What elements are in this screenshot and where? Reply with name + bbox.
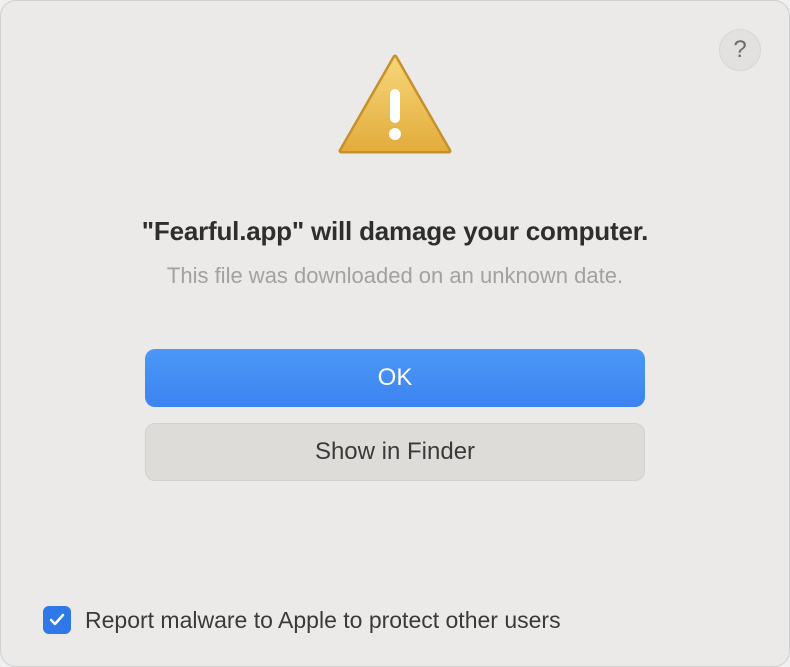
help-button[interactable]: ? [719, 29, 761, 71]
checkbox-row: Report malware to Apple to protect other… [43, 606, 561, 634]
button-row-secondary: Show in Finder [145, 423, 645, 481]
malware-warning-dialog: ? "Fearful.app" will damage your compute… [0, 0, 790, 667]
checkbox-label: Report malware to Apple to protect other… [85, 607, 561, 634]
dialog-subtitle: This file was downloaded on an unknown d… [167, 263, 623, 289]
checkmark-icon [48, 611, 66, 629]
dialog-title: "Fearful.app" will damage your computer. [142, 216, 648, 247]
ok-button[interactable]: OK [145, 349, 645, 407]
ok-button-label: OK [378, 364, 413, 392]
report-malware-checkbox[interactable] [43, 606, 71, 634]
show-in-finder-label: Show in Finder [315, 438, 475, 466]
warning-icon [335, 51, 455, 166]
show-in-finder-button[interactable]: Show in Finder [145, 423, 645, 481]
button-row-primary: OK [145, 349, 645, 407]
help-icon: ? [733, 36, 746, 64]
